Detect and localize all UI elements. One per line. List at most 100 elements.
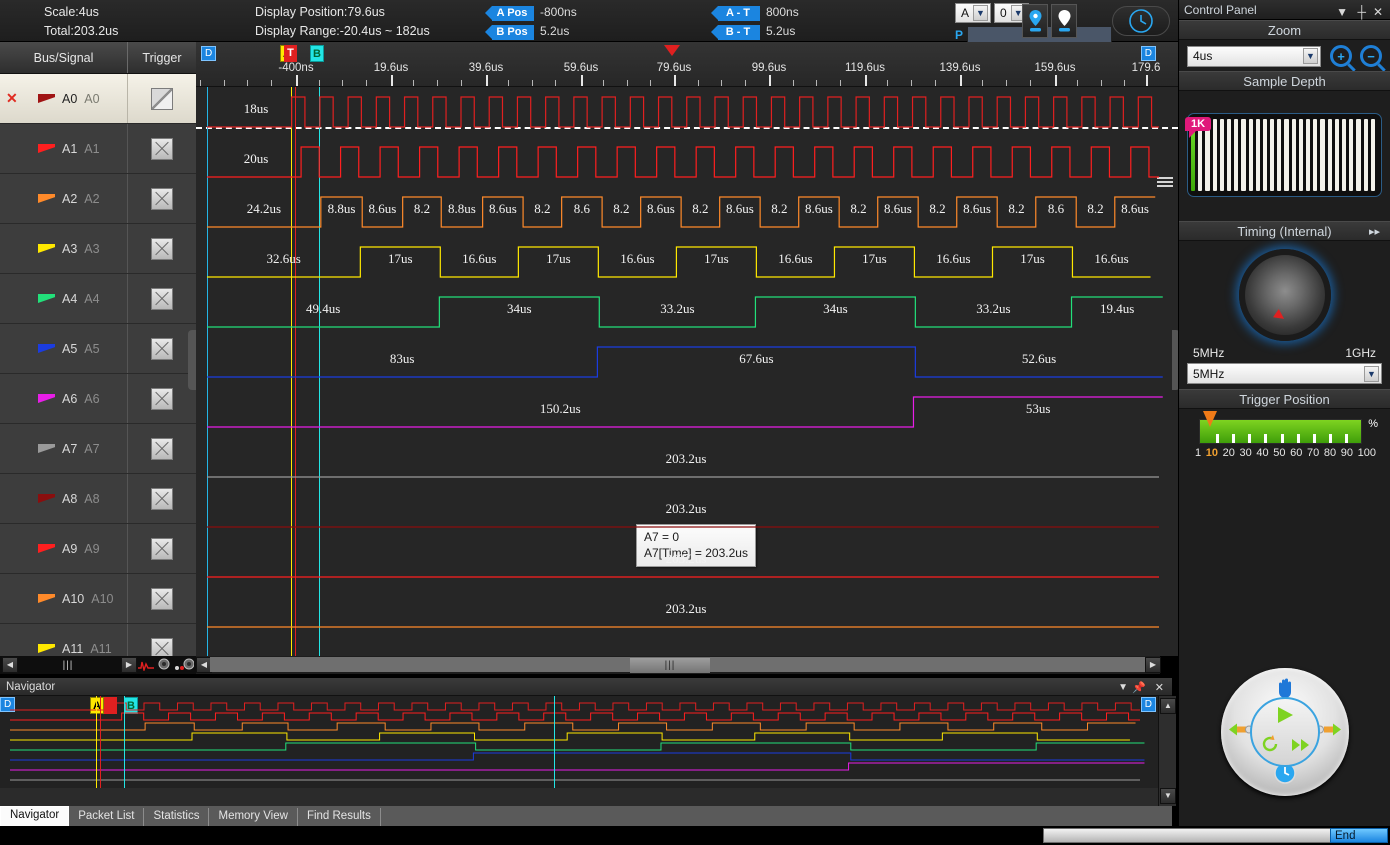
play-icon[interactable] [1274,705,1296,730]
signal-row-a10[interactable]: A10 A10 [0,574,196,624]
pin-icon[interactable]: 📌 [1132,679,1146,697]
tab-memory-view[interactable]: Memory View [209,808,298,826]
trigger-scale-label[interactable]: 60 [1290,447,1302,459]
scroll-left-icon[interactable]: ◀ [2,657,18,673]
zoom-in-icon[interactable]: + [1330,45,1352,67]
sample-depth-bar[interactable] [1291,119,1296,191]
navigator-waveform[interactable]: D A B D [0,696,1158,788]
tab-packet-list[interactable]: Packet List [69,808,145,826]
trigger-scale-label[interactable]: 90 [1341,447,1353,459]
marker-pin-b-button[interactable] [1051,4,1077,38]
timing-knob-widget[interactable] [1179,241,1390,346]
trigger-slider-handle[interactable] [1203,411,1217,427]
signal-name-cell[interactable]: A6 A6 [0,374,128,423]
no-trigger-icon[interactable] [151,287,173,310]
no-trigger-icon[interactable] [151,537,173,560]
hscroll-track[interactable]: ||| [210,657,1146,673]
tab-find-results[interactable]: Find Results [298,808,381,826]
d-badge[interactable]: D [201,46,217,61]
trigger-cell[interactable] [128,524,196,573]
trigger-cell[interactable] [128,124,196,173]
navigator-cursor-line[interactable] [100,696,101,788]
b-t-chip[interactable]: B - T [711,25,760,40]
trigger-scale-label[interactable]: 40 [1256,447,1268,459]
zoom-out-icon[interactable]: − [1360,45,1382,67]
sample-depth-bar[interactable] [1284,119,1289,191]
sample-depth-bar[interactable] [1262,119,1268,191]
fast-forward-icon[interactable]: ▸▸ [1369,222,1380,242]
trigger-scale-label[interactable]: 80 [1324,447,1336,459]
no-trigger-icon[interactable] [151,387,173,410]
scroll-grip-icon[interactable]: ||| [16,660,120,671]
sample-depth-bar[interactable] [1334,119,1339,191]
close-icon[interactable]: ✕ [1155,679,1164,697]
panel-resize-grip[interactable] [188,330,196,390]
signal-name-cell[interactable]: A2 A2 [0,174,128,223]
a-pos-chip[interactable]: A Pos [485,6,534,21]
reset-icon[interactable] [1260,734,1280,759]
waveform-hscrollbar[interactable]: ◀ ||| ▶ [196,656,1161,674]
tab-statistics[interactable]: Statistics [144,808,210,826]
sample-depth-bar[interactable] [1363,119,1368,191]
trigger-scale-label[interactable]: 20 [1223,447,1235,459]
trigger-cell[interactable] [128,174,196,223]
step-forward-icon[interactable] [1315,722,1343,743]
sample-depth-bar[interactable] [1226,119,1232,191]
trigger-position-marker[interactable] [664,45,680,56]
chevron-down-icon[interactable]: ▼ [1336,2,1348,22]
sample-depth-bar[interactable] [1341,119,1347,191]
marker-pin-a-button[interactable] [1022,4,1048,38]
signal-name-cell[interactable]: ✕ A0 A0 [0,74,128,123]
signal-row-a1[interactable]: A1 A1 [0,124,196,174]
sample-depth-bar[interactable] [1248,119,1253,191]
signal-row-a5[interactable]: A5 A5 [0,324,196,374]
trigger-cell[interactable] [128,274,196,323]
timing-select[interactable]: 5MHz ▼ [1187,363,1382,384]
sample-depth-bars[interactable] [1187,113,1382,197]
b-pos-chip[interactable]: B Pos [485,25,534,40]
trigger-cell[interactable] [128,324,196,373]
trigger-scale-label[interactable]: 100 [1358,447,1376,459]
trigger-cell[interactable] [128,424,196,473]
navigator-vscrollbar[interactable]: ▲ ▼ [1158,696,1176,806]
zoom-select[interactable]: 4us ▼ [1187,45,1321,67]
sample-depth-bar[interactable] [1313,119,1318,191]
signal-name-cell[interactable]: A7 A7 [0,424,128,473]
navigator-cursor-line[interactable] [554,696,555,788]
no-trigger-icon[interactable] [151,187,173,210]
pin-icon[interactable]: ┼ [1357,2,1366,22]
navigation-wheel-center[interactable] [1249,697,1320,767]
sample-depth-bar[interactable] [1349,119,1354,191]
navigator-cursor-line[interactable] [124,696,125,788]
trigger-flag-marker[interactable]: T [284,45,297,62]
sample-depth-bar[interactable] [1298,119,1303,191]
trigger-scale-label[interactable]: 10 [1206,447,1218,459]
signal-row-a8[interactable]: A8 A8 [0,474,196,524]
trigger-scale-label[interactable]: 50 [1273,447,1285,459]
chevron-down-icon[interactable]: ▼ [1118,679,1128,697]
signal-row-a2[interactable]: A2 A2 [0,174,196,224]
sample-depth-bar[interactable] [1219,119,1224,191]
d-badge-right[interactable]: D [1140,46,1156,61]
signal-name-cell[interactable]: A4 A4 [0,274,128,323]
trigger-cell[interactable] [128,574,196,623]
trigger-cell[interactable] [128,374,196,423]
sample-depth-bar[interactable] [1370,119,1375,191]
navigation-wheel[interactable] [1220,668,1349,796]
sample-depth-bar[interactable] [1255,119,1260,191]
signal-row-a0[interactable]: ✕ A0 A0 [0,74,196,124]
trigger-slider-track[interactable] [1199,419,1362,444]
fast-forward-icon-wheel[interactable] [1290,737,1312,758]
marker-select[interactable]: A ▼ [955,3,992,23]
sample-depth-bar[interactable] [1277,119,1282,191]
clock-settings-button[interactable] [1112,6,1170,36]
trigger-position-slider[interactable]: % [1191,411,1378,445]
sample-depth-bar[interactable] [1306,119,1311,191]
no-trigger-icon[interactable] [151,437,173,460]
signal-name-cell[interactable]: A5 A5 [0,324,128,373]
time-ruler[interactable]: D A T B D -400ns19.6us39.6us59.6us79.6us… [196,42,1178,87]
navigator-cursor-line[interactable] [96,696,97,788]
signal-row-a3[interactable]: A3 A3 [0,224,196,274]
sample-depth-bar[interactable] [1241,119,1246,191]
nav-scroll-down-icon[interactable]: ▼ [1160,788,1176,804]
